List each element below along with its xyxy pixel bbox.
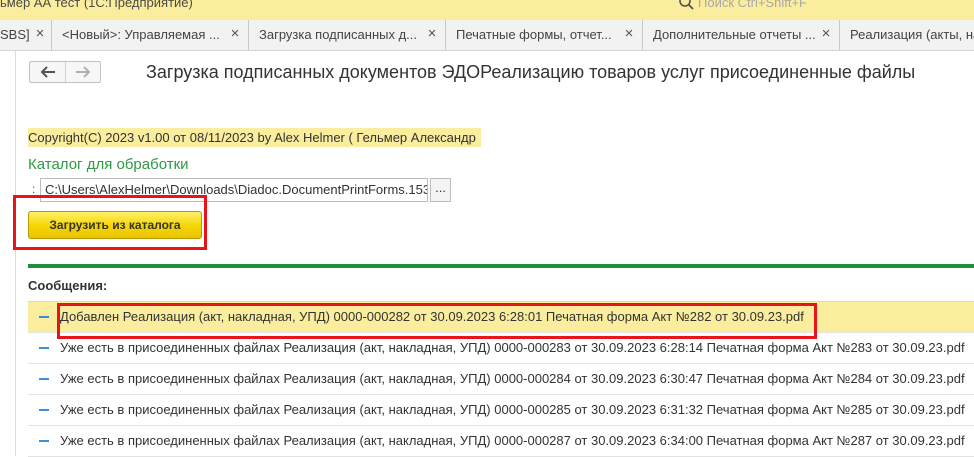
tab-label: Дополнительные отчеты ... (653, 27, 816, 42)
navigation-buttons (29, 61, 101, 83)
tab-label: Реализация (акты, накл (850, 27, 974, 42)
message-text: Уже есть в присоединенных файлах Реализа… (60, 433, 965, 448)
message-row[interactable]: Уже есть в присоединенных файлах Реализа… (28, 395, 974, 426)
messages-label: Сообщения: (28, 278, 108, 293)
left-panel-edge (0, 51, 16, 456)
global-search-input[interactable]: Поиск Ctrl+Shift+F (698, 0, 807, 10)
message-dash-icon (39, 378, 49, 380)
tab-sbs[interactable]: SBS] × (0, 20, 52, 50)
tab-additional-reports[interactable]: Дополнительные отчеты ... × (643, 20, 840, 50)
close-icon[interactable]: × (228, 26, 242, 42)
message-text: Уже есть в присоединенных файлах Реализа… (60, 402, 965, 417)
message-row[interactable]: Уже есть в присоединенных файлах Реализа… (28, 364, 974, 395)
search-icon[interactable] (678, 0, 694, 10)
tab-sales-acts[interactable]: Реализация (акты, накл (840, 20, 974, 50)
tab-label: <Новый>: Управляемая ... (62, 27, 220, 42)
tab-label: Печатные формы, отчет... (456, 27, 612, 42)
message-row[interactable]: Добавлен Реализация (акт, накладная, УПД… (28, 302, 974, 333)
message-dash-icon (39, 316, 49, 318)
tab-new-managed-form[interactable]: <Новый>: Управляемая ... × (52, 20, 249, 50)
messages-list: Добавлен Реализация (акт, накладная, УПД… (28, 301, 974, 457)
close-icon[interactable]: × (425, 26, 439, 42)
catalog-colon: : (32, 182, 36, 196)
close-icon[interactable]: × (33, 26, 47, 42)
form-title: Загрузка подписанных документов ЭДОРеали… (146, 62, 916, 82)
tab-label: Загрузка подписанных д... (259, 27, 418, 42)
back-button[interactable] (30, 62, 66, 82)
catalog-path-input[interactable]: C:\Users\AlexHelmer\Downloads\Diadoc.Doc… (40, 178, 428, 202)
close-icon[interactable]: × (819, 26, 833, 42)
catalog-label: Каталог для обработки (28, 156, 189, 173)
section-separator (28, 264, 974, 268)
load-from-catalog-button[interactable]: Загрузить из каталога (28, 211, 202, 239)
app-title: ьмер АА тест (1С:Предприятие) (0, 0, 193, 10)
tab-label: SBS] (0, 27, 30, 42)
window-title-bar: ьмер АА тест (1С:Предприятие) Поиск Ctrl… (0, 0, 974, 20)
message-text: Уже есть в присоединенных файлах Реализа… (60, 371, 965, 386)
message-row[interactable]: Уже есть в присоединенных файлах Реализа… (28, 426, 974, 457)
arrow-left-icon (40, 66, 55, 78)
tab-signed-docs-upload[interactable]: Загрузка подписанных д... × (249, 20, 446, 50)
copyright-text: Copyright(C) 2023 v1.00 от 08/11/2023 by… (28, 128, 481, 147)
arrow-right-icon (76, 66, 91, 78)
tab-print-forms-reports[interactable]: Печатные формы, отчет... × (446, 20, 643, 50)
message-row[interactable]: Уже есть в присоединенных файлах Реализа… (28, 333, 974, 364)
browse-button[interactable]: ... (430, 178, 451, 202)
message-dash-icon (39, 440, 49, 442)
message-text: Добавлен Реализация (акт, накладная, УПД… (60, 309, 804, 324)
open-windows-tab-strip: SBS] × <Новый>: Управляемая ... × Загруз… (0, 20, 974, 51)
message-dash-icon (39, 347, 49, 349)
message-text: Уже есть в присоединенных файлах Реализа… (60, 340, 965, 355)
close-icon[interactable]: × (622, 26, 636, 42)
forward-button[interactable] (65, 62, 100, 82)
message-dash-icon (39, 409, 49, 411)
